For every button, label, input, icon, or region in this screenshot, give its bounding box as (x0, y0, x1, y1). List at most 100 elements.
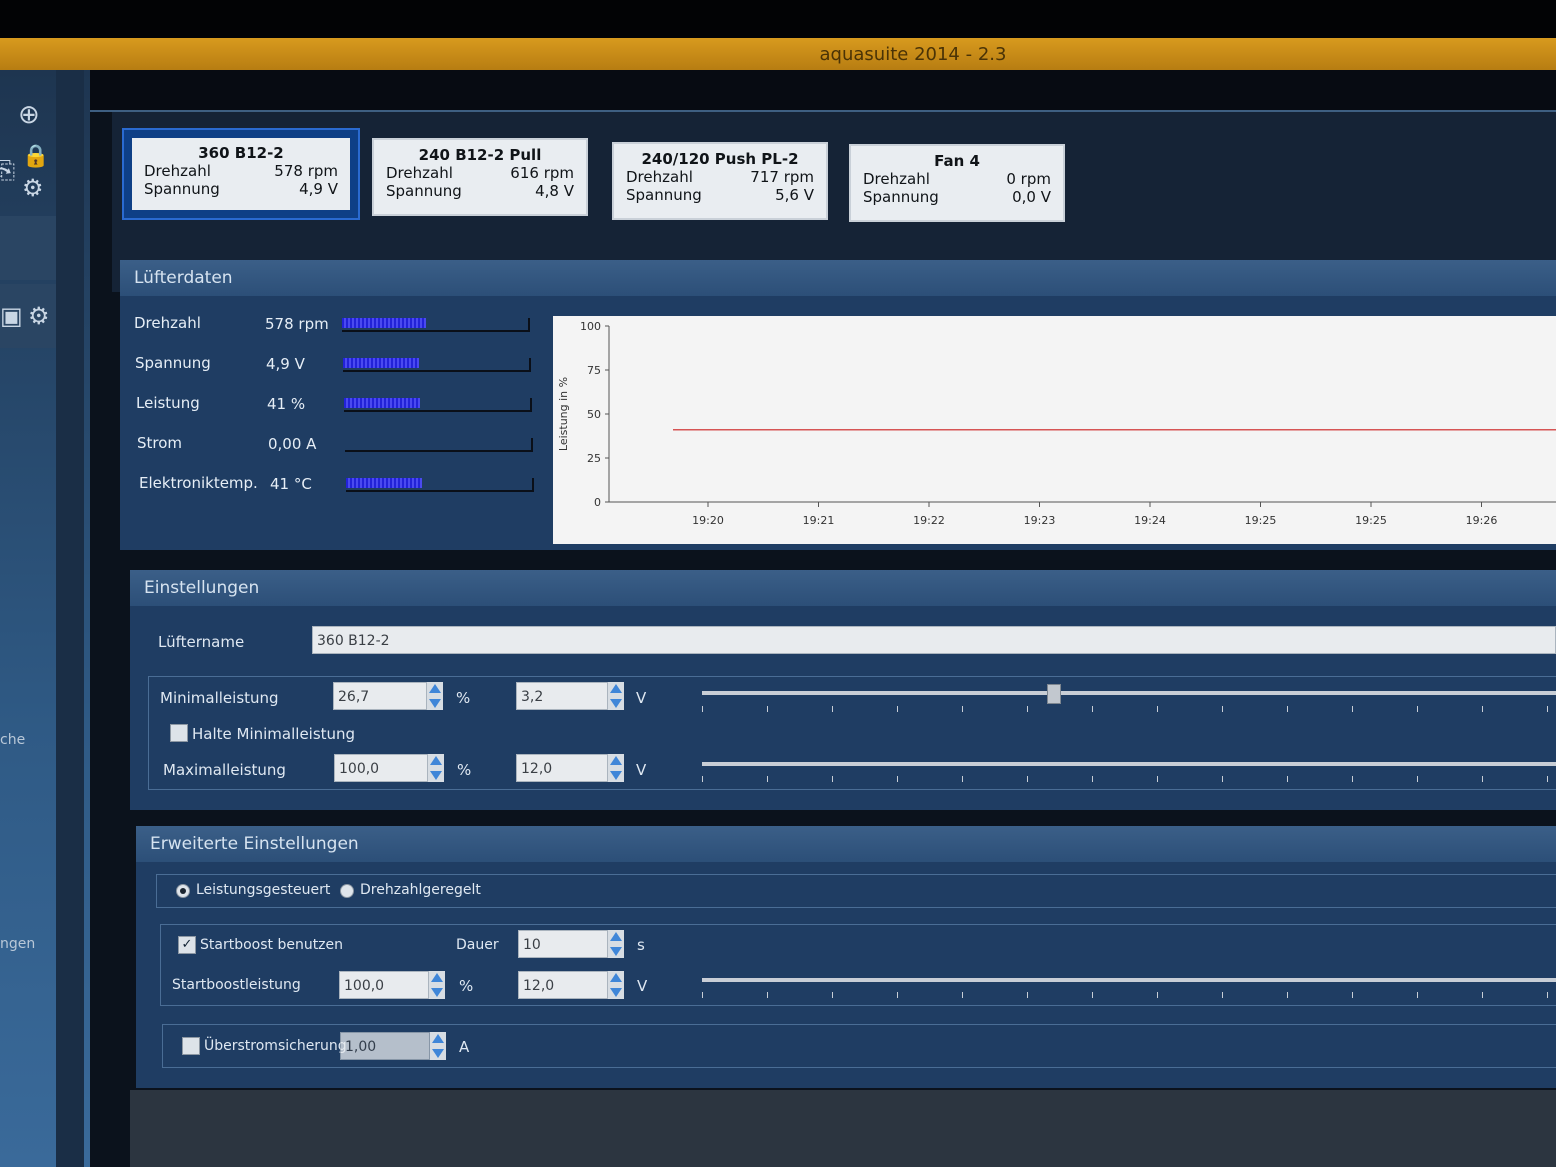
min-percent-input[interactable]: 26,7 (333, 682, 427, 710)
fan-card-360-b12-2[interactable]: 360 B12-2 Drehzahl 578 rpm Spannung 4,9 V (122, 128, 360, 220)
voltage-label: Spannung (144, 180, 220, 198)
fan-name: 240 B12-2 Pull (418, 146, 542, 164)
fan-data-value: 41 °C (270, 475, 312, 493)
rpm-label: Drehzahl (626, 168, 693, 186)
sidebar-strip (56, 70, 84, 1167)
max-power-slider[interactable] (702, 762, 1556, 766)
window-titlebar: aquasuite 2014 - 2.3 (0, 38, 1556, 70)
hold-min-checkbox[interactable] (170, 724, 188, 742)
sidebar: ⊕ 🔒 ⚙ ⎘ ▣ ⚙ che ngen (0, 70, 90, 1167)
sidebar-item-settings[interactable]: ▣ ⚙ (0, 284, 56, 348)
x-tick-label: 19:24 (1134, 514, 1166, 527)
min-power-slider[interactable] (702, 691, 1556, 695)
window-title: aquasuite 2014 - 2.3 (819, 44, 1007, 65)
max-percent-spinner[interactable] (428, 754, 444, 782)
x-tick-label: 19:25 (1355, 514, 1387, 527)
gear-icon[interactable]: ⚙ (22, 176, 44, 200)
current-level-bar (345, 438, 533, 452)
voltage-label: Spannung (626, 186, 702, 204)
duration-spinner[interactable] (608, 930, 624, 958)
sidebar-item[interactable] (0, 216, 56, 280)
bar-fill (343, 358, 420, 368)
min-volt-input[interactable]: 3,2 (516, 682, 608, 710)
percent-unit: % (456, 689, 471, 707)
mode-power-radio[interactable] (176, 884, 190, 898)
x-tick-label: 19:25 (1245, 514, 1277, 527)
x-tick-label: 19:21 (803, 514, 835, 527)
spin-down-icon[interactable] (431, 988, 443, 997)
spin-down-icon[interactable] (429, 699, 441, 708)
fan-name-input[interactable]: 360 B12-2 (312, 626, 1556, 654)
spin-down-icon[interactable] (610, 771, 622, 780)
spin-up-icon[interactable] (610, 932, 622, 941)
boost-percent-spinner[interactable] (429, 971, 445, 999)
boost-power-slider[interactable] (702, 978, 1556, 982)
spin-up-icon[interactable] (610, 684, 622, 693)
max-volt-spinner[interactable] (608, 754, 624, 782)
bar-fill (346, 478, 423, 488)
spin-up-icon[interactable] (429, 684, 441, 693)
volt-unit: V (636, 689, 647, 707)
y-tick-label: 100 (580, 320, 601, 333)
rpm-value: 616 rpm (510, 164, 574, 182)
sidebar-item-label[interactable]: ngen (0, 936, 35, 952)
copy-icon[interactable]: ⎘ (0, 158, 15, 182)
overcurrent-checkbox[interactable] (182, 1037, 200, 1055)
rpm-label: Drehzahl (863, 170, 930, 188)
spin-down-icon[interactable] (610, 988, 622, 997)
spin-up-icon[interactable] (430, 756, 442, 765)
spin-down-icon[interactable] (432, 1049, 444, 1058)
fan-card-240-b12-2-pull[interactable]: 240 B12-2 Pull Drehzahl 616 rpm Spannung 4… (372, 138, 588, 216)
fan-data-label: Strom (137, 434, 183, 452)
spin-down-icon[interactable] (610, 947, 622, 956)
min-volt-spinner[interactable] (608, 682, 624, 710)
voltage-label: Spannung (386, 182, 462, 200)
fan-data-label: Spannung (135, 354, 211, 372)
rpm-label: Drehzahl (386, 164, 453, 182)
slider-ticks (702, 776, 1556, 782)
spin-down-icon[interactable] (430, 771, 442, 780)
sidebar-item-label[interactable]: che (0, 732, 25, 748)
percent-unit: % (457, 761, 472, 779)
power-chart: 100 75 50 25 0 Leistung in % 19:20 19:21 19:22 19… (553, 316, 1556, 544)
duration-input[interactable]: 10 (518, 930, 608, 958)
main-area: 360 B12-2 Drehzahl 578 rpm Spannung 4,9 V … (90, 70, 1556, 1167)
fan-data-label: Elektroniktemp. (139, 474, 258, 492)
overcurrent-label: Überstromsicherung (204, 1038, 347, 1054)
overcurrent-input[interactable]: 1,00 (340, 1032, 430, 1060)
min-power-label: Minimalleistung (160, 689, 279, 707)
rpm-value: 578 rpm (274, 162, 338, 180)
spin-up-icon[interactable] (610, 756, 622, 765)
boost-percent-input[interactable]: 100,0 (339, 971, 429, 999)
overcurrent-spinner[interactable] (430, 1032, 446, 1060)
min-power-slider-thumb[interactable] (1047, 684, 1062, 704)
rpm-label: Drehzahl (144, 162, 211, 180)
boost-volt-spinner[interactable] (608, 971, 624, 999)
lock-icon[interactable]: 🔒 (22, 146, 49, 168)
voltage-value: 5,6 V (775, 186, 814, 204)
max-volt-input[interactable]: 12,0 (516, 754, 608, 782)
boost-volt-input[interactable]: 12,0 (518, 971, 608, 999)
max-percent-input[interactable]: 100,0 (334, 754, 428, 782)
y-tick-label: 0 (594, 496, 601, 509)
mode-rpm-radio[interactable] (340, 884, 354, 898)
spin-up-icon[interactable] (431, 973, 443, 982)
slider-ticks (702, 706, 1556, 712)
voltage-value: 4,9 V (299, 180, 338, 198)
add-icon[interactable]: ⊕ (18, 102, 40, 128)
spin-up-icon[interactable] (610, 973, 622, 982)
duration-label: Dauer (456, 937, 499, 953)
min-percent-spinner[interactable] (427, 682, 443, 710)
fan-card-fan-4[interactable]: Fan 4 Drehzahl 0 rpm Spannung 0,0 V (849, 144, 1065, 222)
spin-down-icon[interactable] (610, 699, 622, 708)
fan-card-240-120-push-pl-2[interactable]: 240/120 Push PL-2 Drehzahl 717 rpm Spannu… (612, 142, 828, 220)
power-level-bar (344, 398, 532, 412)
startboost-checkbox[interactable]: ✓ (178, 936, 196, 954)
fan-data-value: 41 % (267, 395, 306, 413)
rpm-value: 717 rpm (750, 168, 814, 186)
boost-power-label: Startboostleistung (172, 977, 301, 993)
header-strip (90, 70, 1556, 112)
spin-up-icon[interactable] (432, 1034, 444, 1043)
bar-fill (342, 318, 426, 328)
fan-name: Fan 4 (934, 152, 980, 170)
